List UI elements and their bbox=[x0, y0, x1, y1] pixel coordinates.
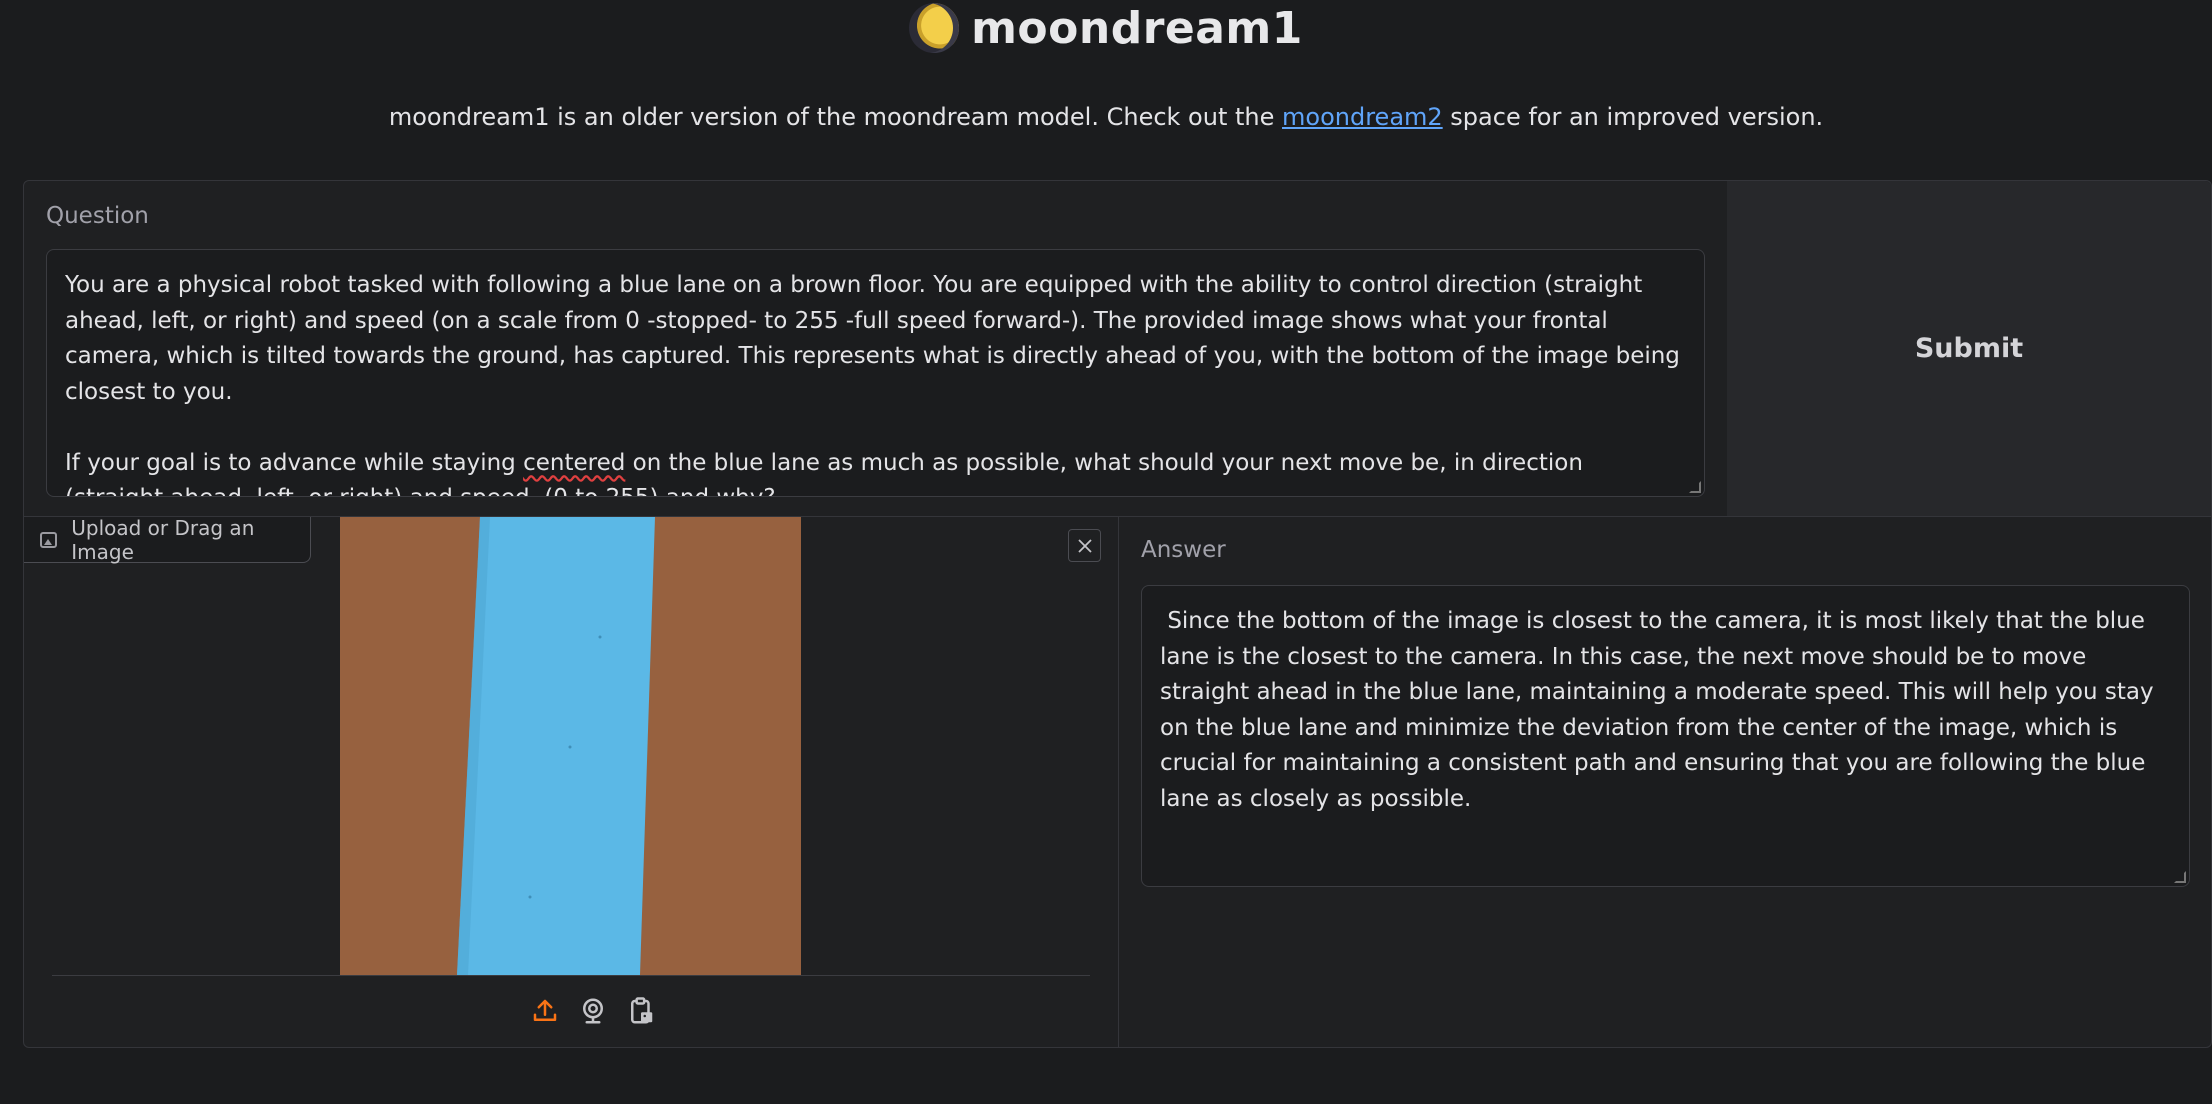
resize-handle-icon[interactable] bbox=[2174, 871, 2186, 883]
question-section: Question You are a physical robot tasked… bbox=[24, 181, 1727, 516]
question-textarea[interactable]: You are a physical robot tasked with fol… bbox=[46, 249, 1705, 497]
image-input-section[interactable]: Upload or Drag an Image bbox=[24, 515, 1118, 1047]
image-source-toolbar bbox=[24, 995, 1118, 1035]
upload-icon bbox=[533, 999, 557, 1021]
answer-textarea[interactable]: Since the bottom of the image is closest… bbox=[1141, 585, 2190, 887]
question-text-part1: You are a physical robot tasked with fol… bbox=[65, 272, 1680, 476]
lane-photo-icon bbox=[340, 517, 801, 975]
description-prefix: moondream1 is an older version of the mo… bbox=[388, 103, 1283, 131]
description-suffix: space for an improved version. bbox=[1442, 103, 1824, 131]
webcam-button[interactable] bbox=[577, 995, 609, 1027]
clipboard-icon bbox=[631, 997, 653, 1024]
uploaded-image bbox=[340, 517, 801, 975]
image-icon bbox=[40, 531, 58, 548]
webcam-icon bbox=[583, 998, 603, 1024]
submit-area: Submit bbox=[1727, 181, 2211, 516]
image-toolbar-divider bbox=[52, 975, 1090, 976]
close-icon bbox=[1077, 538, 1092, 553]
app-header: moondream1 bbox=[0, 0, 2212, 56]
submit-button[interactable]: Submit bbox=[1915, 333, 2023, 364]
moondream2-link[interactable]: moondream2 bbox=[1282, 103, 1443, 131]
resize-handle-icon[interactable] bbox=[1689, 481, 1701, 493]
upload-label: Upload or Drag an Image bbox=[71, 515, 255, 564]
clear-image-button[interactable] bbox=[1068, 529, 1101, 562]
spellcheck-word: centered bbox=[523, 449, 626, 476]
clipboard-button[interactable] bbox=[625, 995, 657, 1027]
answer-text: Since the bottom of the image is closest… bbox=[1160, 608, 2161, 812]
moon-logo-icon bbox=[909, 3, 960, 53]
main-panel: Question You are a physical robot tasked… bbox=[23, 180, 2212, 1048]
upload-label-tab: Upload or Drag an Image bbox=[24, 515, 311, 564]
answer-label: Answer bbox=[1141, 537, 1226, 563]
description-text: moondream1 is an older version of the mo… bbox=[0, 103, 2212, 131]
page-title: moondream1 bbox=[971, 2, 1303, 54]
upload-button[interactable] bbox=[529, 995, 561, 1027]
question-label: Question bbox=[46, 203, 149, 229]
answer-section: Answer Since the bottom of the image is … bbox=[1119, 517, 2211, 1047]
